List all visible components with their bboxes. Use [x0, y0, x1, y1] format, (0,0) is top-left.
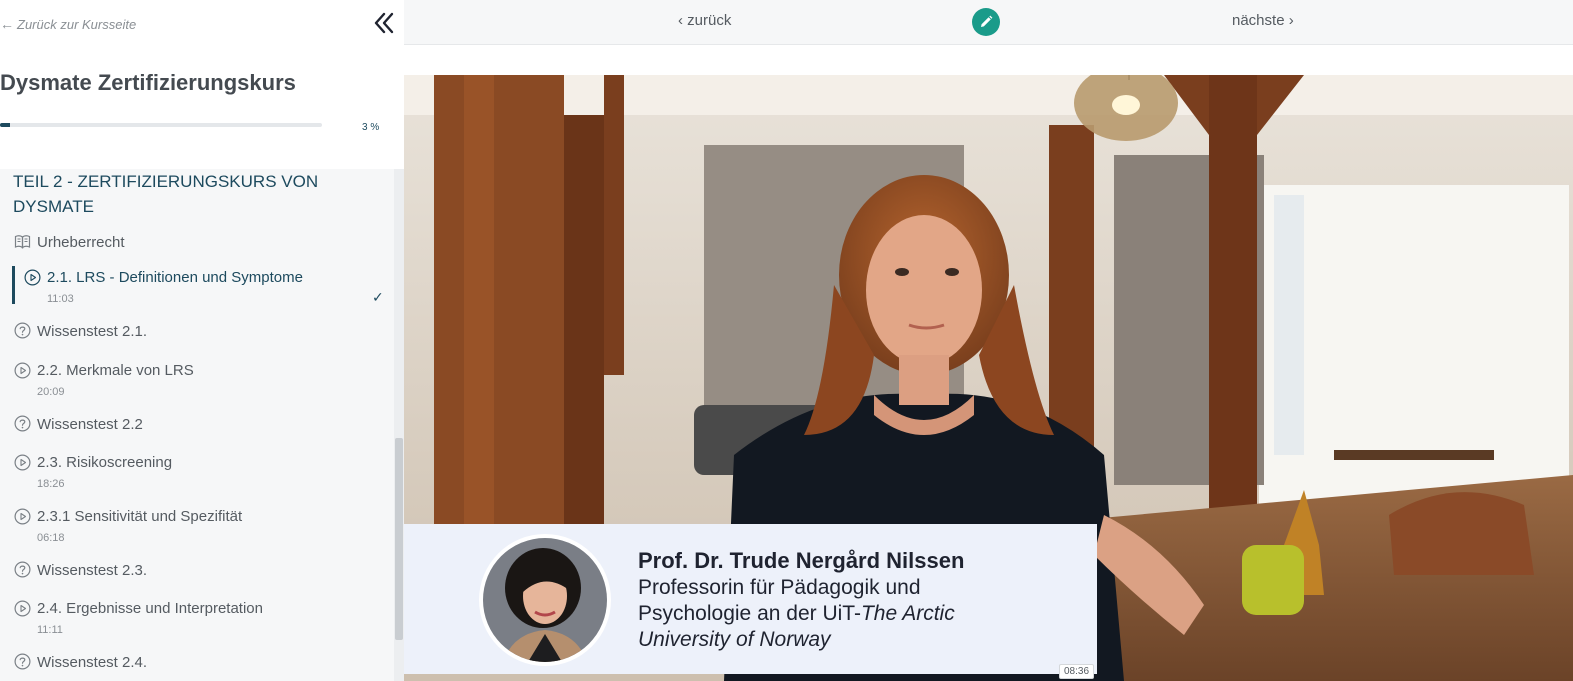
lesson-label: 2.1. LRS - Definitionen und Symptome: [47, 269, 303, 286]
question-circle-icon: [14, 561, 31, 578]
lesson-label: 2.3.1 Sensitivität und Spezifität: [37, 508, 243, 525]
lesson-item-wissenstest-2-1[interactable]: Wissenstest 2.1.: [0, 320, 394, 360]
question-circle-icon: [14, 653, 31, 670]
back-to-course-label: Zurück zur Kursseite: [17, 16, 137, 32]
course-progress-text: 3 %: [362, 122, 380, 133]
completed-check-icon: ✓: [372, 289, 384, 305]
course-progress-fill: [0, 123, 10, 127]
pencil-icon: [981, 15, 993, 27]
lesson-duration: 20:09: [37, 386, 65, 398]
lesson-item-2-3-1[interactable]: 2.3.1 Sensitivität und Spezifität 06:18: [0, 505, 394, 545]
chevron-right-icon: ›: [1288, 12, 1294, 29]
double-chevron-left-icon: [374, 12, 394, 34]
lesson-label: Wissenstest 2.2: [37, 416, 143, 433]
speaker-lower-third: Prof. Dr. Trude Nergård Nilssen Professo…: [404, 524, 1097, 674]
lesson-duration: 18:26: [37, 478, 65, 490]
lesson-item-urheberrecht[interactable]: Urheberrecht: [0, 231, 394, 271]
course-progress-bar: [0, 123, 322, 127]
collapse-sidebar-button[interactable]: [370, 10, 398, 36]
previous-lesson-button[interactable]: ‹ zurück: [678, 12, 731, 29]
lesson-label: 2.4. Ergebnisse und Interpretation: [37, 600, 263, 617]
lesson-duration: 11:03: [47, 293, 74, 305]
course-sidebar: ← Zurück zur Kursseite Dysmate Zertifizi…: [0, 0, 404, 681]
lesson-label: 2.2. Merkmale von LRS: [37, 362, 194, 379]
speaker-role-line1: Professorin für Pädagogik und: [638, 576, 921, 599]
speaker-name: Prof. Dr. Trude Nergård Nilssen: [638, 548, 965, 573]
lesson-item-wissenstest-2-3[interactable]: Wissenstest 2.3.: [0, 559, 394, 599]
active-lesson-indicator: [12, 266, 15, 304]
play-circle-icon: [24, 269, 41, 286]
course-title: Dysmate Zertifizierungskurs: [0, 70, 296, 95]
speaker-role: Professorin für Pädagogik und Psychologi…: [638, 575, 1018, 653]
back-to-course-link[interactable]: ← Zurück zur Kursseite: [0, 16, 136, 32]
speaker-role-line3: University of Norway: [638, 628, 831, 651]
play-circle-icon: [14, 362, 31, 379]
chevron-left-icon: ‹: [678, 12, 683, 29]
previous-label: zurück: [687, 12, 732, 29]
lesson-navigation-bar: ‹ zurück nächste ›: [404, 0, 1573, 45]
lesson-label: Wissenstest 2.3.: [37, 562, 148, 579]
question-circle-icon: [14, 322, 31, 339]
app: ← Zurück zur Kursseite Dysmate Zertifizi…: [0, 0, 1573, 681]
arrow-left-icon: ←: [0, 16, 14, 32]
next-label: nächste: [1232, 12, 1285, 29]
lesson-item-wissenstest-2-4[interactable]: Wissenstest 2.4.: [0, 651, 394, 681]
lesson-item-2-1-active[interactable]: 2.1. LRS - Definitionen und Symptome 11:…: [0, 266, 394, 308]
lesson-label: Urheberrecht: [37, 234, 125, 251]
play-circle-icon: [14, 454, 31, 471]
lesson-item-2-3[interactable]: 2.3. Risikoscreening 18:26: [0, 451, 394, 491]
lesson-item-wissenstest-2-2[interactable]: Wissenstest 2.2: [0, 413, 394, 453]
play-circle-icon: [14, 508, 31, 525]
curriculum-list: TEIL 2 - ZERTIFIZIERUNGSKURS VON DYSMATE…: [0, 169, 394, 681]
speaker-portrait: [479, 534, 611, 666]
speaker-photo-image: [483, 538, 607, 662]
lesson-label: Wissenstest 2.4.: [37, 654, 148, 671]
edit-button[interactable]: [972, 8, 1000, 36]
lesson-label: 2.3. Risikoscreening: [37, 454, 173, 471]
video-player[interactable]: Prof. Dr. Trude Nergård Nilssen Professo…: [404, 75, 1573, 681]
video-timestamp: 08:36: [1059, 664, 1095, 679]
book-icon: [14, 235, 31, 249]
sidebar-scrollbar-thumb[interactable]: [395, 438, 403, 640]
speaker-role-line2: Psychologie an der UiT-: [638, 602, 861, 625]
speaker-role-italic: The Arctic: [860, 602, 955, 625]
section-title: TEIL 2 - ZERTIFIZIERUNGSKURS VON DYSMATE: [13, 172, 319, 216]
lesson-item-2-4[interactable]: 2.4. Ergebnisse und Interpretation 11:11: [0, 597, 394, 637]
lesson-duration: 06:18: [37, 532, 65, 544]
sidebar-header: ← Zurück zur Kursseite Dysmate Zertifizi…: [0, 0, 404, 169]
lesson-label: Wissenstest 2.1.: [37, 323, 148, 340]
lesson-item-2-2[interactable]: 2.2. Merkmale von LRS 20:09: [0, 359, 394, 399]
question-circle-icon: [14, 415, 31, 432]
lesson-duration: 11:11: [37, 624, 63, 636]
next-lesson-button[interactable]: nächste ›: [1232, 12, 1294, 29]
play-circle-icon: [14, 600, 31, 617]
